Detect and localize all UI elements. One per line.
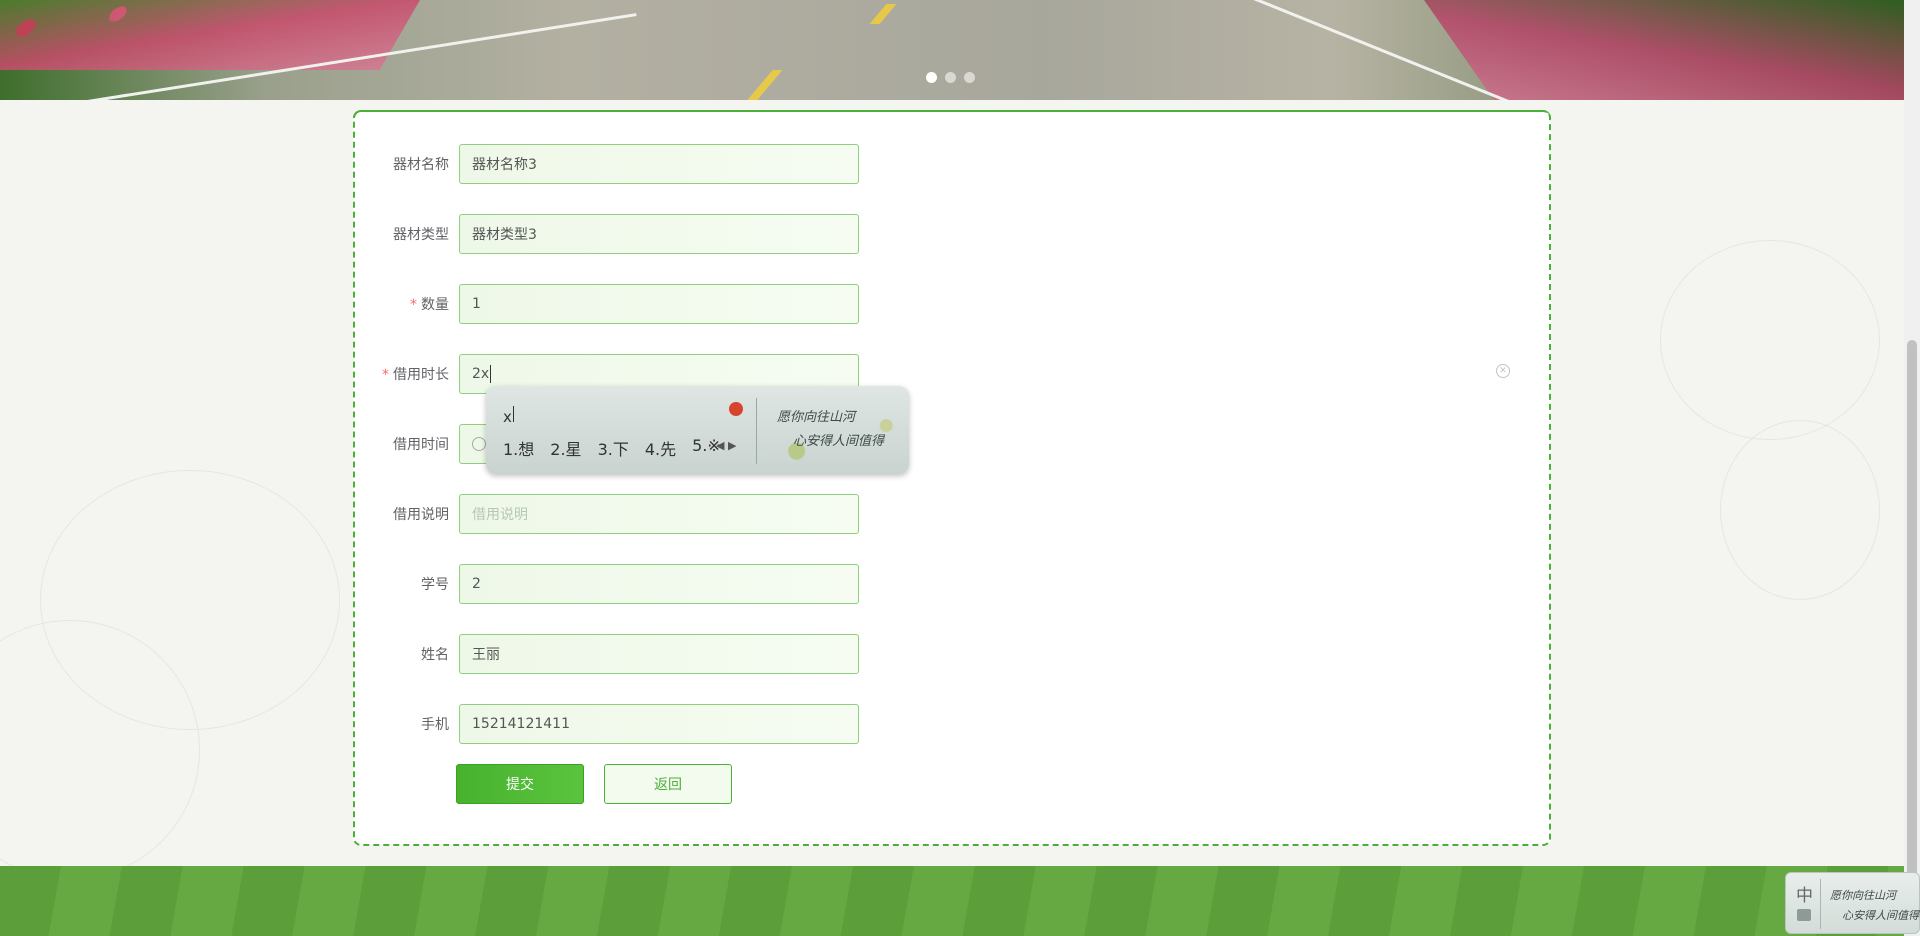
- ime-divider: [756, 398, 757, 464]
- field-label: 手机: [421, 717, 449, 733]
- text-cursor: [490, 365, 492, 383]
- ime-candidate[interactable]: 1.想: [503, 436, 534, 460]
- ime-status-bar[interactable]: 中 愿你向往山河 心安得人间值得: [1785, 872, 1920, 934]
- form-row-equipment-name: 器材名称 器材名称3: [355, 144, 859, 184]
- borrow-note-input[interactable]: 借用说明: [459, 494, 859, 534]
- ime-candidate-list: 1.想 2.星 3.下 4.先 5.※: [503, 436, 721, 460]
- field-label: 器材类型: [393, 227, 449, 243]
- scrollbar-thumb[interactable]: [1907, 340, 1917, 934]
- ime-cursor: [512, 406, 514, 422]
- page-scrollbar[interactable]: [1904, 0, 1920, 936]
- form-row-equipment-type: 器材类型 器材类型3: [355, 214, 859, 254]
- form-card: 器材名称 器材名称3 器材类型 器材类型3 * 数量 1 * 借用时长 2 x 借用时…: [353, 110, 1551, 846]
- submit-button[interactable]: 提交: [456, 764, 584, 804]
- ime-status-skin-text: 愿你向往山河: [1830, 889, 1896, 902]
- student-id-input[interactable]: 2: [459, 564, 859, 604]
- field-label: * 数量: [410, 297, 449, 313]
- banner-flowerbed-right: [1424, 0, 1904, 100]
- field-label: 借用时间: [393, 437, 449, 453]
- field-label: 器材名称: [393, 157, 449, 173]
- field-label: 学号: [421, 577, 449, 593]
- lotus-flower-decoration: [1720, 420, 1880, 600]
- ime-skin-text: 心安得人间值得: [793, 434, 885, 449]
- quantity-input[interactable]: 1: [459, 284, 859, 324]
- ime-composition-text: x: [503, 406, 514, 426]
- form-row-phone: 手机 15214121411: [355, 704, 859, 744]
- field-label: * 借用时长: [382, 367, 449, 383]
- ime-candidate-window: x 1.想 2.星 3.下 4.先 5.※ ◀ ▶ 愿你向往山河 心安得人间值得: [486, 386, 909, 474]
- ime-candidate[interactable]: 3.下: [598, 436, 629, 460]
- back-button[interactable]: 返回: [604, 764, 732, 804]
- ime-skin-text: 愿你向往山河: [777, 410, 856, 425]
- page-footer: [0, 866, 1904, 936]
- ime-skin-icon[interactable]: [1797, 909, 1811, 921]
- required-mark: *: [410, 297, 417, 313]
- close-circle-icon[interactable]: ✕: [1496, 364, 1510, 378]
- banner-carousel: [0, 0, 1904, 100]
- form-row-borrow-note: 借用说明 借用说明: [355, 494, 859, 534]
- carousel-dot-3[interactable]: [964, 72, 975, 83]
- ime-page-arrows-icon[interactable]: ◀ ▶: [716, 439, 736, 452]
- phone-input[interactable]: 15214121411: [459, 704, 859, 744]
- ime-skin-artwork: 愿你向往山河 心安得人间值得: [771, 400, 899, 464]
- ime-status-divider: [1820, 879, 1821, 929]
- ime-candidate[interactable]: 4.先: [645, 436, 676, 460]
- field-label: 借用说明: [393, 507, 449, 523]
- ime-candidate[interactable]: 2.星: [550, 436, 581, 460]
- carousel-dot-2[interactable]: [945, 72, 956, 83]
- form-row-name: 姓名 王丽: [355, 634, 859, 674]
- carousel-dot-1[interactable]: [926, 72, 937, 83]
- carousel-indicators: [926, 72, 975, 83]
- name-input[interactable]: 王丽: [459, 634, 859, 674]
- ime-logo-icon: [729, 402, 743, 416]
- form-row-student-id: 学号 2: [355, 564, 859, 604]
- lotus-flower-decoration: [1660, 240, 1880, 440]
- form-row-quantity: * 数量 1: [355, 284, 859, 324]
- equipment-name-input[interactable]: 器材名称3: [459, 144, 859, 184]
- required-mark: *: [382, 367, 389, 383]
- ime-mode-indicator[interactable]: 中: [1796, 881, 1813, 906]
- equipment-type-input[interactable]: 器材类型3: [459, 214, 859, 254]
- field-label: 姓名: [421, 647, 449, 663]
- clock-icon: [472, 437, 486, 451]
- ime-status-skin-text: 心安得人间值得: [1842, 909, 1919, 922]
